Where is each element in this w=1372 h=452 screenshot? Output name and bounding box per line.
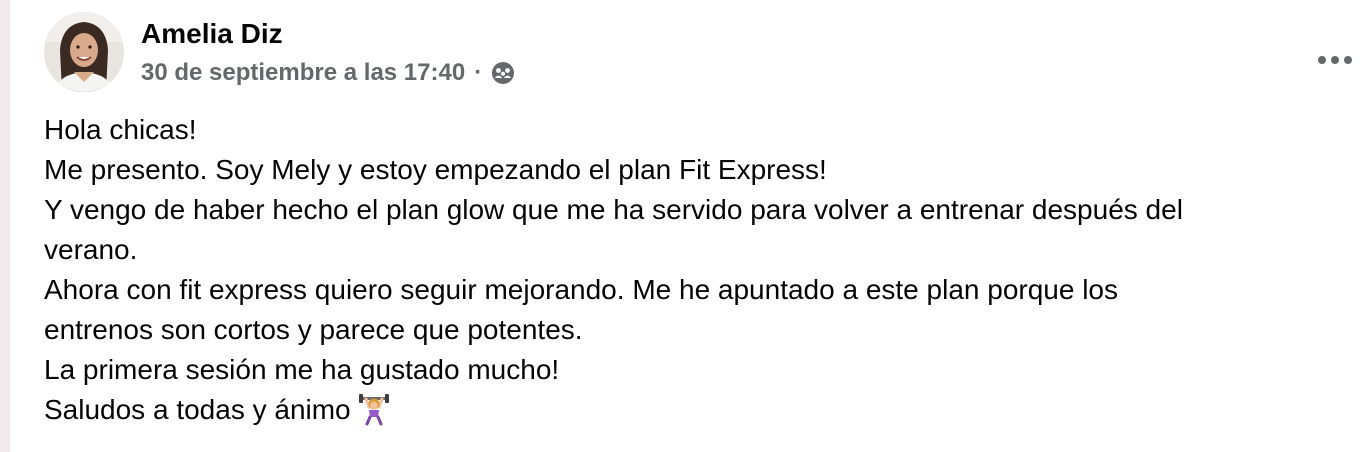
post-body: Hola chicas! Me presento. Soy Mely y est… <box>44 110 1314 430</box>
more-dot <box>1318 56 1326 64</box>
author-name[interactable]: Amelia Diz <box>141 18 283 50</box>
more-dot <box>1331 56 1339 64</box>
post-meta: 30 de septiembre a las 17:40 · <box>141 59 515 87</box>
post-line: Ahora con fit express quiero seguir mejo… <box>44 274 1119 305</box>
avatar[interactable] <box>44 12 124 92</box>
meta-separator: · <box>474 59 483 86</box>
post-last-line: Saludos a todas y ánimo <box>44 390 1314 430</box>
more-dot <box>1344 56 1352 64</box>
profile-photo-icon <box>44 12 124 92</box>
more-options-icon[interactable] <box>1318 50 1352 70</box>
post-header: Amelia Diz 30 de septiembre a las 17:40 … <box>44 12 1352 92</box>
post-line: La primera sesión me ha gustado mucho! <box>44 354 560 385</box>
post-card: Amelia Diz 30 de septiembre a las 17:40 … <box>10 0 1372 452</box>
post-line-text: Saludos a todas y ánimo <box>44 394 351 425</box>
group-audience-icon[interactable] <box>491 61 515 85</box>
post-line: Hola chicas! <box>44 114 197 145</box>
post-line: entrenos son cortos y parece que potente… <box>44 314 583 345</box>
post-line: Y vengo de haber hecho el plan glow que … <box>44 194 1183 225</box>
post-line: Me presento. Soy Mely y estoy empezando … <box>44 154 827 185</box>
post-timestamp[interactable]: 30 de septiembre a las 17:40 <box>141 59 465 87</box>
left-edge-strip <box>0 0 10 452</box>
post-line: verano. <box>44 234 138 265</box>
woman-lifting-weights-emoji <box>357 392 391 426</box>
